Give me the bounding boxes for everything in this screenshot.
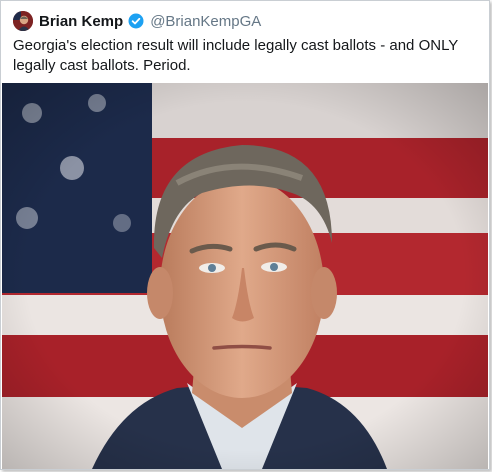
- tweet-card: Brian Kemp @BrianKempGA Georgia's electi…: [0, 0, 490, 470]
- tweet-header: Brian Kemp @BrianKempGA: [13, 10, 261, 32]
- tweet-text: Georgia's election result will include l…: [13, 37, 459, 74]
- user-handle[interactable]: @BrianKempGA: [150, 13, 261, 30]
- display-name[interactable]: Brian Kemp: [39, 13, 123, 30]
- verified-badge-icon: [128, 13, 144, 29]
- profile-avatar[interactable]: [13, 11, 33, 31]
- tweet-photo[interactable]: [2, 83, 488, 469]
